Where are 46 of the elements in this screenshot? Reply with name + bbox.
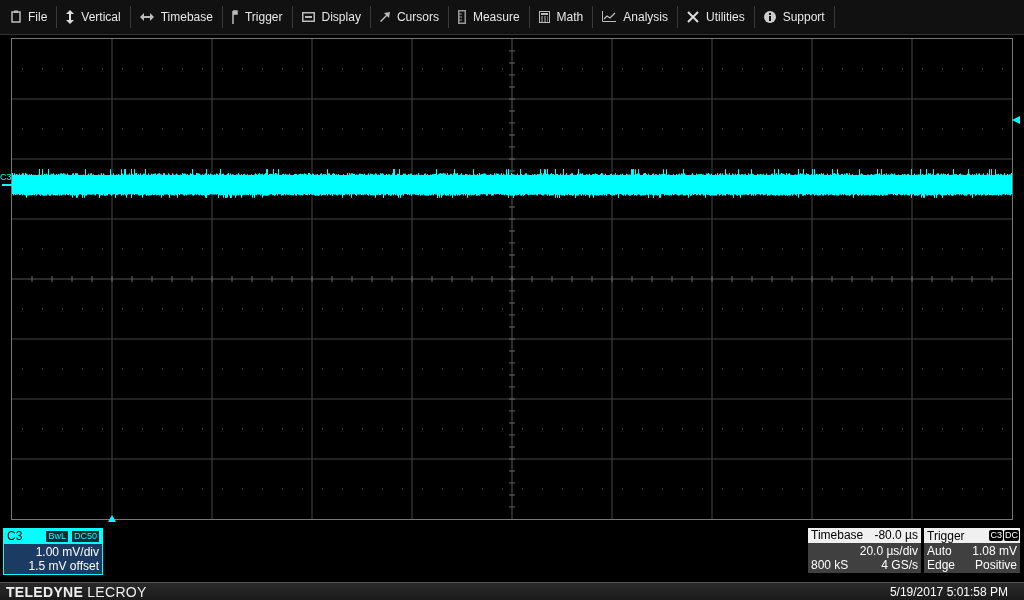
timebase-descriptor-box[interactable]: Timebase -80.0 µs 20.0 µs/div 800 kS 4 GS/s: [808, 528, 921, 574]
vertical-scale-value: 1.00 mV/div: [35, 545, 99, 560]
trigger-position-marker[interactable]: [108, 514, 116, 522]
timebase-delay-value: -80.0 µs: [874, 528, 918, 544]
info-icon: [763, 10, 776, 23]
timebase-title: Timebase: [811, 528, 864, 544]
menu-button[interactable]: File: [2, 5, 58, 28]
trigger-slope-value: Positive: [974, 558, 1017, 573]
vertical-arrow-icon: [66, 9, 75, 24]
clipboard-icon: [11, 10, 21, 24]
menu-button[interactable]: Timebase: [130, 5, 223, 28]
offset-value: 1.5 mV offset: [28, 559, 99, 574]
ground-level-marker[interactable]: [2, 183, 12, 187]
line-chart-icon: [602, 11, 617, 23]
trigger-mode-value: Auto: [927, 544, 952, 559]
sample-count-value: 800 kS: [811, 558, 849, 573]
cursor-arrow-icon: [379, 11, 390, 22]
channel-setting-tag: DC50: [71, 529, 100, 543]
date-time: 5/19/2017 5:01:58 PM: [889, 584, 1008, 599]
menu-button[interactable]: Utilities: [677, 5, 755, 28]
menu-button[interactable]: Trigger: [222, 5, 293, 28]
channel-descriptor-box[interactable]: C3 BwL DC50 1.00 mV/div 1.5 mV offset: [3, 528, 103, 576]
calculator-icon: [538, 10, 550, 23]
menu-button[interactable]: Math: [529, 5, 594, 28]
trigger-level-value: 1.08 mV: [972, 544, 1017, 559]
display-icon: [301, 11, 315, 22]
trigger-type-value: Edge: [927, 558, 956, 573]
trigger-setting-tag: C3: [989, 530, 1003, 542]
horizontal-arrow-icon: [139, 12, 154, 21]
ruler-icon: [457, 9, 466, 24]
menu-button[interactable]: Cursors: [370, 5, 449, 28]
menu-button[interactable]: Measure: [448, 5, 530, 28]
channel-name: C3: [7, 529, 24, 544]
menu-button[interactable]: Support: [754, 5, 835, 28]
channel-setting-tag: BwL: [45, 529, 69, 543]
menu-button[interactable]: Display: [292, 5, 371, 28]
trigger-title: Trigger: [927, 528, 966, 543]
time-scale-value: 20.0 µs/div: [859, 544, 918, 559]
flag-icon: [231, 9, 238, 24]
menu-button[interactable]: Vertical: [57, 5, 131, 28]
trigger-descriptor-box[interactable]: Trigger C3 DC Auto 1.08 mV Edge Positive: [924, 528, 1020, 574]
menu-button[interactable]: Analysis: [593, 5, 678, 28]
brand-logo: TELEDYNE LECROY: [6, 583, 147, 600]
sample-rate-value: 4 GS/s: [881, 558, 918, 573]
trace-label: C3: [0, 171, 12, 182]
trigger-setting-tag: DC: [1004, 530, 1019, 542]
